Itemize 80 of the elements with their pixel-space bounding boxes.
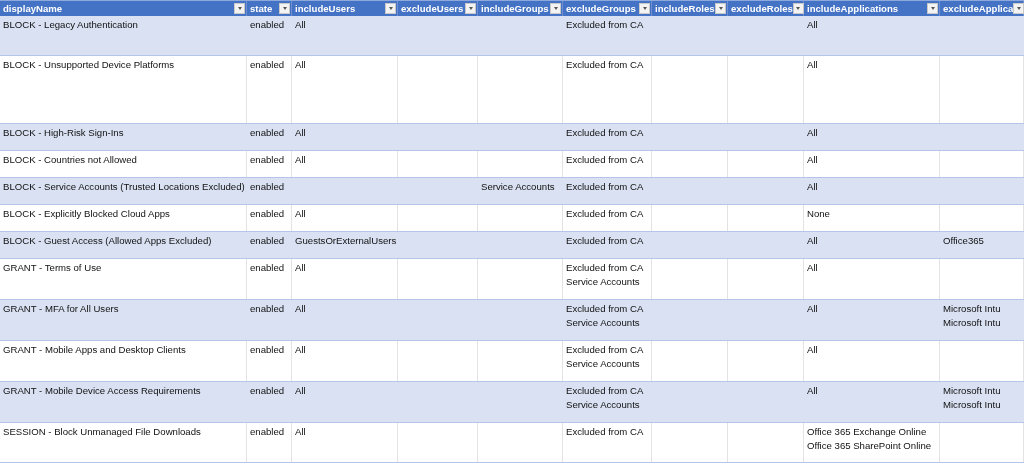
table-cell: Office 365 SharePoint Online: [807, 439, 932, 453]
table-cell: Excluded from CA: [566, 234, 644, 248]
column-header: excludeRoles: [731, 3, 793, 14]
table-cell: enabled: [250, 58, 285, 72]
column-header: displayName: [3, 3, 64, 14]
table-cell: enabled: [250, 18, 285, 32]
table-cell: All: [295, 384, 306, 398]
table-cell: Service Accounts: [566, 357, 640, 371]
table-cell: enabled: [250, 302, 285, 316]
table-cell: BLOCK - Explicitly Blocked Cloud Apps: [3, 207, 170, 221]
table-cell: None: [807, 207, 830, 221]
table-cell: Service Accounts: [566, 398, 640, 412]
table-cell: All: [807, 126, 818, 140]
table-cell: GRANT - MFA for All Users: [3, 302, 119, 316]
table-cell: All: [807, 153, 818, 167]
table-cell: All: [807, 234, 818, 248]
table-cell: All: [807, 302, 818, 316]
column-header: excludeUsers: [401, 3, 465, 14]
table-cell: All: [295, 153, 306, 167]
table-cell: All: [295, 58, 306, 72]
table-cell: GRANT - Terms of Use: [3, 261, 102, 275]
column-header: excludeApplica: [943, 3, 1014, 14]
table-cell: Excluded from CA: [566, 180, 644, 194]
table-cell: GRANT - Mobile Apps and Desktop Clients: [3, 343, 186, 357]
table-cell: enabled: [250, 425, 285, 439]
table-cell: Office 365 Exchange Online: [807, 425, 927, 439]
table-cell: All: [295, 207, 306, 221]
table-cell: All: [807, 384, 818, 398]
column-header: includeRoles: [655, 3, 715, 14]
table-cell: All: [295, 18, 306, 32]
table-cell: enabled: [250, 180, 285, 194]
table-cell: Excluded from CA: [566, 207, 644, 221]
table-cell: Excluded from CA: [566, 153, 644, 167]
table-cell: BLOCK - High-Risk Sign-Ins: [3, 126, 124, 140]
table-cell: Excluded from CA: [566, 343, 644, 357]
table-cell: BLOCK - Unsupported Device Platforms: [3, 58, 175, 72]
table-cell: BLOCK - Guest Access (Allowed Apps Excluded): [3, 234, 212, 248]
table-cell: Service Accounts: [566, 275, 640, 289]
table-cell: Excluded from CA: [566, 58, 644, 72]
table-cell: enabled: [250, 153, 285, 167]
table-cell: SESSION - Block Unmanaged File Downloads: [3, 425, 201, 439]
table-cell: enabled: [250, 261, 285, 275]
table-cell: Service Accounts: [481, 180, 555, 194]
table-cell: Microsoft Intu: [943, 316, 1001, 330]
table-cell: GRANT - Mobile Device Access Requirements: [3, 384, 201, 398]
table-cell: Excluded from CA: [566, 261, 644, 275]
table-cell: Excluded from CA: [566, 302, 644, 316]
table-cell: All: [807, 18, 818, 32]
table-cell: All: [807, 261, 818, 275]
table-cell: enabled: [250, 384, 285, 398]
table-cell: All: [295, 343, 306, 357]
column-header: includeUsers: [295, 3, 357, 14]
column-header: excludeGroups: [566, 3, 637, 14]
table-cell: Excluded from CA: [566, 126, 644, 140]
table-cell: All: [295, 425, 306, 439]
table-cell: All: [295, 302, 306, 316]
table-cell: Microsoft Intu: [943, 398, 1001, 412]
table-cell: All: [295, 261, 306, 275]
column-header: includeGroups: [481, 3, 550, 14]
table-cell: BLOCK - Service Accounts (Trusted Locations Excluded): [3, 180, 245, 194]
table-cell: enabled: [250, 126, 285, 140]
table-cell: BLOCK - Legacy Authentication: [3, 18, 138, 32]
table-cell: Service Accounts: [566, 316, 640, 330]
table-cell: Office365: [943, 234, 984, 248]
table-cell: Excluded from CA: [566, 18, 644, 32]
table-cell: BLOCK - Countries not Allowed: [3, 153, 137, 167]
table-cell: GuestsOrExternalUsers: [295, 234, 397, 248]
table-cell: enabled: [250, 207, 285, 221]
table-cell: Microsoft Intu: [943, 384, 1001, 398]
table-cell: enabled: [250, 234, 285, 248]
table-cell: All: [807, 180, 818, 194]
column-header: state: [250, 3, 274, 14]
table-cell: All: [807, 58, 818, 72]
table-cell: All: [807, 343, 818, 357]
table-cell: All: [295, 126, 306, 140]
table-cell: Excluded from CA: [566, 425, 644, 439]
table-cell: Microsoft Intu: [943, 302, 1001, 316]
table-cell: Excluded from CA: [566, 384, 644, 398]
column-header: includeApplications: [807, 3, 900, 14]
table-cell: enabled: [250, 343, 285, 357]
